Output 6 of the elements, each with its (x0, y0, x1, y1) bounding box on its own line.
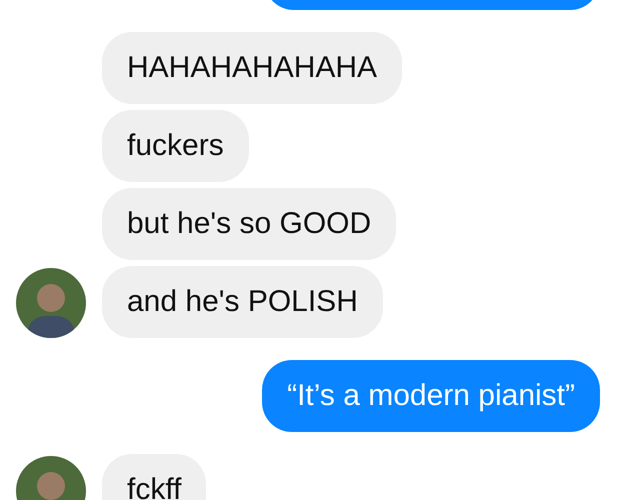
message-bubble: fckff (102, 454, 206, 500)
message-bubble: but he's so GOOD (102, 188, 396, 260)
message-bubble: “It’s a modern pianist” (262, 360, 600, 432)
message-bubble: and he's POLISH (102, 266, 383, 338)
message-bubble: fuckers (102, 110, 249, 182)
message-bubble: HAHAHAHAHAHA (102, 32, 402, 104)
